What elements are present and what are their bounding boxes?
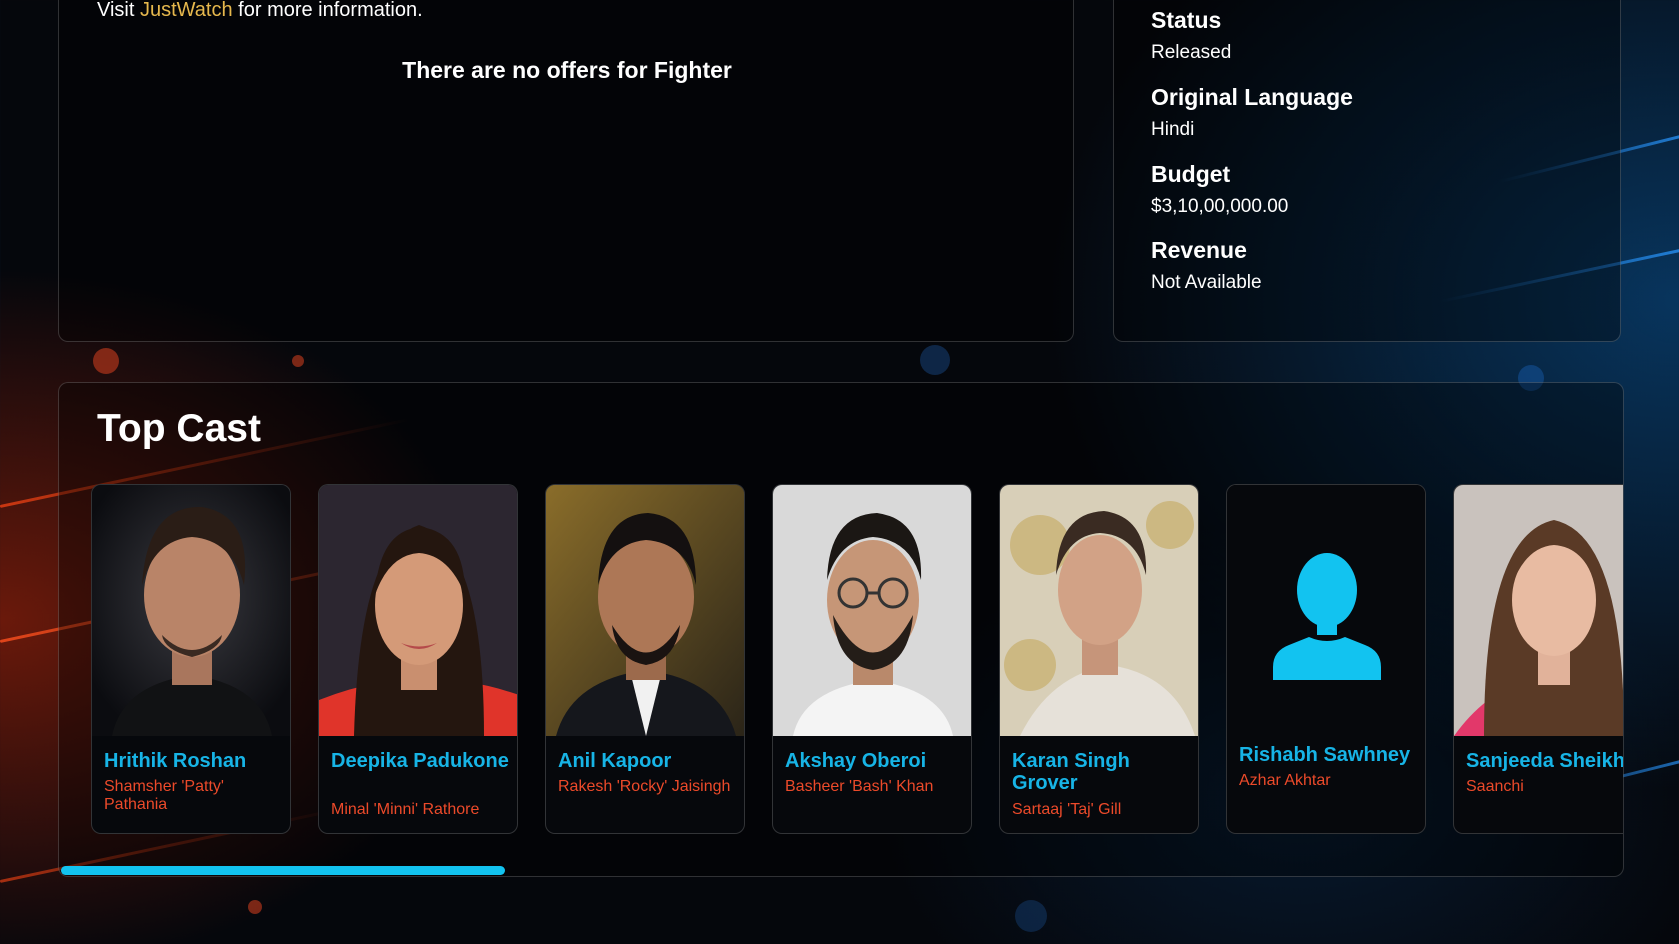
carousel-scrollbar[interactable]: [59, 866, 1623, 876]
background-dot: [920, 345, 950, 375]
fact-label: Original Language: [1151, 84, 1353, 110]
justwatch-notice: Visit JustWatch for more information.: [97, 0, 423, 22]
cast-card[interactable]: Karan Singh Grover Sartaaj 'Taj' Gill: [999, 484, 1199, 834]
cast-character: Shamsher 'Patty' Pathania: [104, 778, 224, 813]
cast-carousel[interactable]: Hrithik Roshan Shamsher 'Patty' Pathania…: [91, 484, 1623, 834]
fact-label: Revenue: [1151, 237, 1247, 263]
fact-value: Hindi: [1151, 119, 1195, 140]
watch-offers-panel: Visit JustWatch for more information. Th…: [58, 0, 1074, 342]
cast-card[interactable]: Akshay Oberoi Basheer 'Bash' Khan: [772, 484, 972, 834]
fact-label: Budget: [1151, 161, 1231, 187]
cast-photo: [773, 485, 971, 736]
cast-card[interactable]: Deepika Padukone Minal 'Minni' Rathore: [318, 484, 518, 834]
background-dot: [93, 348, 119, 374]
cast-card[interactable]: Sanjeeda Sheikh Saanchi: [1453, 484, 1623, 834]
background-dot: [292, 355, 304, 367]
section-title: Top Cast: [97, 407, 261, 450]
cast-character: Sartaaj 'Taj' Gill: [1012, 801, 1122, 818]
fact-value: Not Available: [1151, 272, 1262, 293]
cast-character: Minal 'Minni' Rathore: [331, 801, 480, 818]
cast-name[interactable]: Anil Kapoor: [558, 750, 736, 772]
top-cast-panel: Top Cast Hrithik Roshan Shamsher 'Patty'…: [58, 382, 1624, 877]
background-dot: [1015, 900, 1047, 932]
background-dot: [248, 900, 262, 914]
cast-card[interactable]: Hrithik Roshan Shamsher 'Patty' Pathania: [91, 484, 291, 834]
no-offers-message: There are no offers for Fighter: [402, 57, 732, 83]
visit-prefix: Visit: [97, 0, 140, 21]
cast-card[interactable]: Rishabh Sawhney Azhar Akhtar: [1226, 484, 1426, 834]
fact-original-language: Original Language Hindi: [1151, 84, 1353, 141]
cast-name[interactable]: Akshay Oberoi: [785, 750, 963, 772]
cast-name[interactable]: Karan Singh Grover: [1012, 750, 1190, 794]
fact-status: Status Released: [1151, 7, 1231, 64]
user-placeholder-icon: [1227, 485, 1425, 736]
cast-card[interactable]: Anil Kapoor Rakesh 'Rocky' Jaisingh: [545, 484, 745, 834]
cast-name[interactable]: Hrithik Roshan: [104, 750, 282, 772]
scrollbar-thumb[interactable]: [61, 866, 505, 875]
cast-character: Azhar Akhtar: [1239, 772, 1331, 789]
fact-value: Released: [1151, 42, 1232, 63]
cast-photo: [319, 485, 517, 736]
cast-character: Rakesh 'Rocky' Jaisingh: [558, 778, 731, 795]
cast-character: Basheer 'Bash' Khan: [785, 778, 934, 795]
fact-value: $3,10,00,000.00: [1151, 196, 1289, 217]
fact-revenue: Revenue Not Available: [1151, 237, 1262, 294]
movie-facts-panel: Status Released Original Language Hindi …: [1113, 0, 1621, 342]
cast-name[interactable]: Rishabh Sawhney: [1239, 744, 1417, 766]
cast-photo: [546, 485, 744, 736]
justwatch-link[interactable]: JustWatch: [140, 0, 233, 21]
cast-name[interactable]: Deepika Padukone: [331, 750, 509, 772]
cast-photo: [1000, 485, 1198, 736]
cast-photo: [92, 485, 290, 736]
fact-label: Status: [1151, 7, 1222, 33]
cast-character: Saanchi: [1466, 778, 1524, 795]
cast-photo: [1454, 485, 1623, 736]
cast-name[interactable]: Sanjeeda Sheikh: [1466, 750, 1623, 772]
visit-suffix: for more information.: [232, 0, 423, 21]
fact-budget: Budget $3,10,00,000.00: [1151, 161, 1288, 218]
